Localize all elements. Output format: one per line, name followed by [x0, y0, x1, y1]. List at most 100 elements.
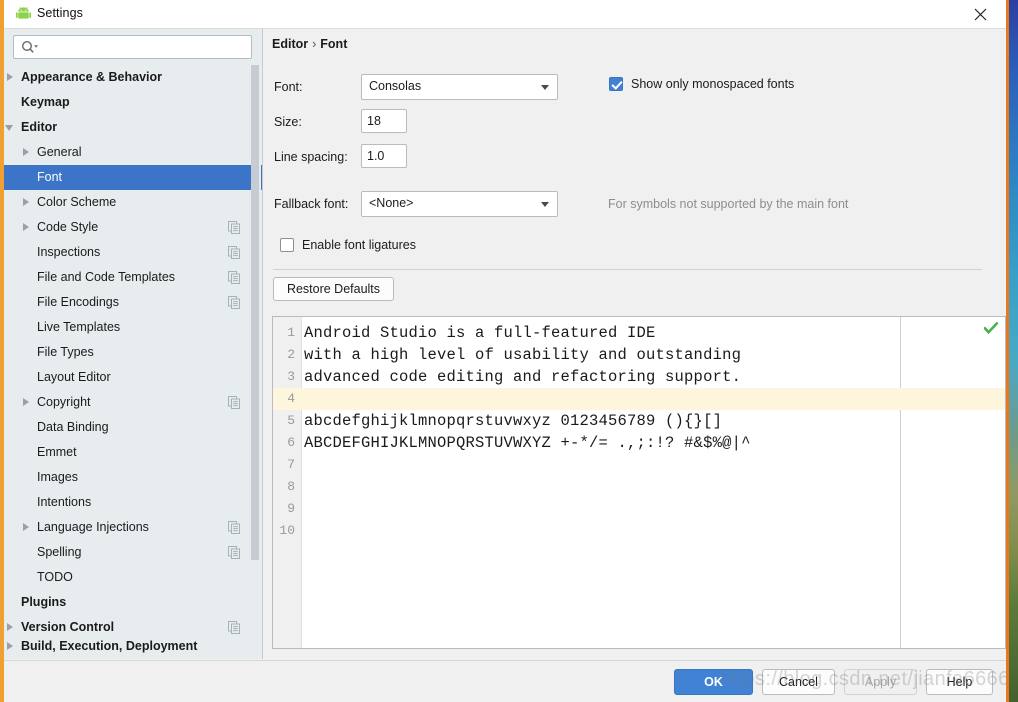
title-bar: Settings	[4, 0, 1006, 29]
show-monospaced-checkbox[interactable]	[609, 77, 623, 91]
restore-defaults-button[interactable]: Restore Defaults	[273, 277, 394, 301]
chevron-right-icon[interactable]	[6, 623, 15, 632]
sidebar-item-keymap[interactable]: Keymap	[4, 90, 262, 115]
chevron-right-icon[interactable]	[22, 523, 31, 532]
sidebar-item-appearance-behavior[interactable]: Appearance & Behavior	[4, 65, 262, 90]
search-input[interactable]	[41, 36, 250, 60]
search-box[interactable]	[13, 35, 252, 60]
line-spacing-field[interactable]	[361, 144, 407, 168]
sidebar-item-label: Images	[37, 470, 78, 485]
font-preview-editor[interactable]: 1 Android Studio is a full-featured IDE 2 w…	[272, 316, 1006, 649]
font-combo-value: Consolas	[369, 79, 422, 93]
chevron-down-icon	[541, 85, 549, 90]
chevron-right-icon[interactable]	[22, 223, 31, 232]
ok-label: OK	[704, 675, 723, 689]
desktop-edge-right	[1009, 0, 1018, 702]
preview-line: 10	[273, 520, 1005, 542]
fallback-font-value: <None>	[369, 196, 414, 210]
sidebar-item-file-encodings[interactable]: File Encodings	[4, 290, 262, 315]
sidebar-item-file-types[interactable]: File Types	[4, 340, 262, 365]
sidebar-item-emmet[interactable]: Emmet	[4, 440, 262, 465]
size-input[interactable]	[362, 110, 406, 132]
line-number: 8	[287, 479, 295, 494]
chevron-down-icon[interactable]	[5, 123, 15, 132]
chevron-right-icon[interactable]	[22, 398, 31, 407]
line-text: advanced code editing and refactoring su…	[304, 368, 742, 386]
sidebar-item-intentions[interactable]: Intentions	[4, 490, 262, 515]
line-text: Android Studio is a full-featured IDE	[304, 324, 656, 342]
line-spacing-label: Line spacing:	[274, 150, 348, 164]
font-combo[interactable]: Consolas	[361, 74, 558, 100]
copy-settings-icon	[228, 246, 240, 259]
sidebar-item-language-injections[interactable]: Language Injections	[4, 515, 262, 540]
sidebar-item-label: Language Injections	[37, 520, 149, 535]
sidebar-item-version-control[interactable]: Version Control	[4, 615, 262, 640]
settings-dialog-screen: Settings Appearance & Behavior Keymap Ed…	[0, 0, 1018, 702]
chevron-right-icon[interactable]	[22, 148, 31, 157]
sidebar-item-font[interactable]: Font	[4, 165, 262, 190]
size-label: Size:	[274, 115, 302, 129]
sidebar-item-editor[interactable]: Editor	[4, 115, 262, 140]
settings-sidebar: Appearance & Behavior Keymap Editor General…	[4, 29, 263, 659]
apply-button[interactable]: Apply	[844, 669, 917, 695]
enable-ligatures-label: Enable font ligatures	[302, 238, 416, 252]
cancel-button[interactable]: Cancel	[762, 669, 835, 695]
sidebar-item-label: Layout Editor	[37, 370, 111, 385]
copy-settings-icon	[228, 221, 240, 234]
close-icon[interactable]	[960, 0, 1000, 28]
sidebar-item-data-binding[interactable]: Data Binding	[4, 415, 262, 440]
sidebar-item-label: Editor	[21, 120, 58, 135]
line-text: ABCDEFGHIJKLMNOPQRSTUVWXYZ +-*/= .,;:!? …	[304, 434, 751, 452]
preview-line: 4	[273, 388, 1005, 410]
sidebar-item-label: Copyright	[37, 395, 91, 410]
size-field[interactable]	[361, 109, 407, 133]
copy-settings-icon	[228, 271, 240, 284]
line-number: 10	[279, 523, 295, 538]
dialog-footer: OK Cancel Apply Help	[4, 660, 1006, 702]
search-field-wrapper	[13, 35, 252, 60]
settings-tree: Appearance & Behavior Keymap Editor General…	[4, 65, 262, 659]
breadcrumb-root[interactable]: Editor	[272, 37, 308, 51]
sidebar-item-label: Font	[37, 170, 63, 185]
sidebar-item-general[interactable]: General	[4, 140, 262, 165]
sidebar-item-inspections[interactable]: Inspections	[4, 240, 262, 265]
chevron-right-icon[interactable]	[6, 73, 15, 82]
breadcrumb-separator-icon: ›	[312, 37, 317, 51]
breadcrumb-current: Font	[320, 37, 348, 51]
breadcrumb: Editor › Font	[272, 37, 347, 51]
sidebar-item-spelling[interactable]: Spelling	[4, 540, 262, 565]
chevron-down-icon	[541, 202, 549, 207]
sidebar-item-plugins[interactable]: Plugins	[4, 590, 262, 615]
line-spacing-input[interactable]	[362, 145, 406, 167]
sidebar-item-todo[interactable]: TODO	[4, 565, 262, 590]
fallback-font-combo[interactable]: <None>	[361, 191, 558, 217]
sidebar-item-label: Color Scheme	[37, 195, 117, 210]
sidebar-item-live-templates[interactable]: Live Templates	[4, 315, 262, 340]
sidebar-item-copyright[interactable]: Copyright	[4, 390, 262, 415]
sidebar-item-label: TODO	[37, 570, 73, 585]
sidebar-scrollbar-track[interactable]	[251, 29, 261, 659]
copy-settings-icon	[228, 521, 240, 534]
help-button[interactable]: Help	[926, 669, 993, 695]
sidebar-item-layout-editor[interactable]: Layout Editor	[4, 365, 262, 390]
sidebar-item-code-style[interactable]: Code Style	[4, 215, 262, 240]
sidebar-item-file-and-code-templates[interactable]: File and Code Templates	[4, 265, 262, 290]
sidebar-scrollbar-thumb[interactable]	[251, 65, 259, 560]
sidebar-item-images[interactable]: Images	[4, 465, 262, 490]
sidebar-item-label: Build, Execution, Deployment	[21, 640, 198, 653]
settings-window: Settings Appearance & Behavior Keymap Ed…	[4, 0, 1006, 702]
enable-ligatures-checkbox-row[interactable]: Enable font ligatures	[280, 238, 416, 252]
preview-line: 6 ABCDEFGHIJKLMNOPQRSTUVWXYZ +-*/= .,;:!?…	[273, 432, 1005, 454]
line-text: abcdefghijklmnopqrstuvwxyz 0123456789 ()…	[304, 412, 723, 430]
copy-settings-icon	[228, 621, 240, 634]
ok-button[interactable]: OK	[674, 669, 753, 695]
enable-ligatures-checkbox[interactable]	[280, 238, 294, 252]
sidebar-item-label: Live Templates	[37, 320, 121, 335]
sidebar-item-color-scheme[interactable]: Color Scheme	[4, 190, 262, 215]
help-label: Help	[946, 675, 973, 689]
chevron-right-icon[interactable]	[6, 642, 15, 651]
chevron-right-icon[interactable]	[22, 198, 31, 207]
show-monospaced-checkbox-row[interactable]: Show only monospaced fonts	[609, 77, 794, 91]
fallback-font-hint: For symbols not supported by the main fo…	[608, 197, 849, 211]
sidebar-item-build-execution-deployment[interactable]: Build, Execution, Deployment	[4, 640, 262, 654]
